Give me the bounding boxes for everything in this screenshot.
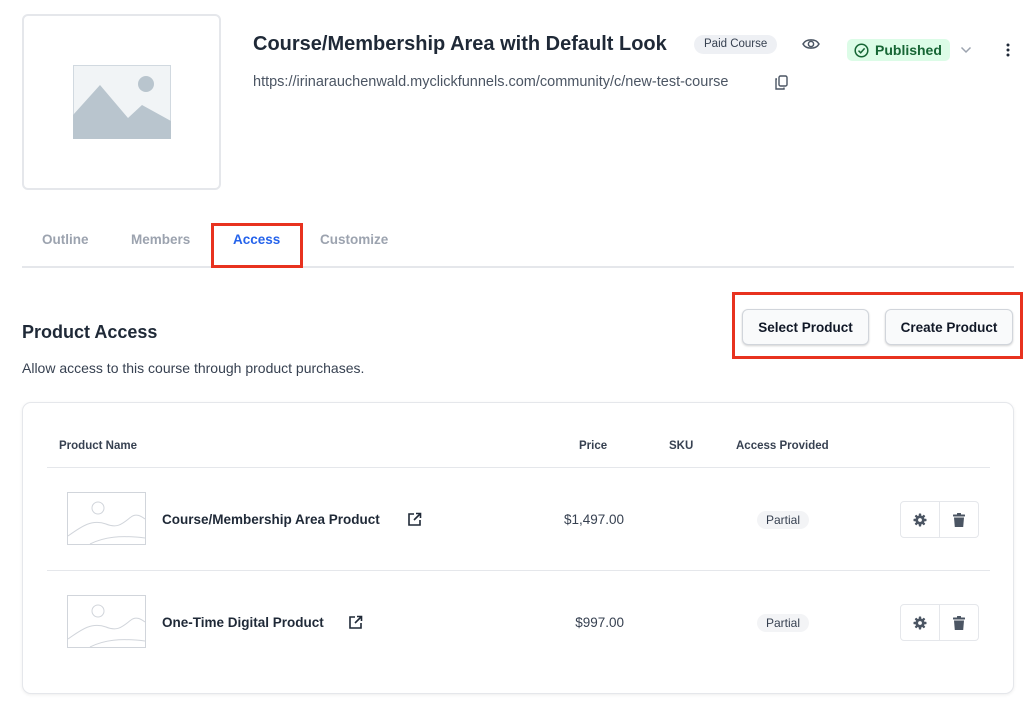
tab-customize[interactable]: Customize (320, 232, 388, 247)
table-row: One-Time Digital Product $997.00 Partial (47, 570, 990, 672)
preview-button[interactable] (800, 34, 822, 54)
more-options-button[interactable] (1000, 40, 1016, 60)
products-table: Product Name Price SKU Access Provided C… (22, 402, 1014, 694)
image-placeholder-icon (67, 501, 146, 545)
course-tabs: Outline Members Access Customize (22, 222, 1014, 268)
settings-button[interactable] (900, 604, 940, 641)
access-badge: Partial (757, 511, 810, 529)
open-product-link[interactable] (346, 613, 364, 631)
status-badge[interactable]: Published (847, 39, 950, 61)
copy-url-button[interactable] (773, 73, 789, 91)
tab-access[interactable]: Access (233, 232, 280, 247)
status-label: Published (875, 42, 942, 58)
section-description: Allow access to this course through prod… (22, 360, 365, 376)
section-title: Product Access (22, 322, 158, 342)
product-price: $997.00 (575, 615, 624, 630)
row-actions (900, 501, 979, 538)
product-name: One-Time Digital Product (162, 615, 324, 630)
column-header-sku: SKU (669, 440, 694, 452)
image-placeholder-icon (67, 604, 146, 648)
column-header-price: Price (579, 440, 608, 452)
select-product-button[interactable]: Select Product (742, 309, 869, 345)
external-link-icon (407, 512, 421, 526)
trash-icon (952, 512, 965, 527)
column-header-name: Product Name (59, 440, 137, 452)
product-thumbnail (67, 492, 146, 545)
product-name: Course/Membership Area Product (162, 512, 380, 527)
gear-icon (913, 513, 927, 526)
open-product-link[interactable] (405, 510, 423, 528)
course-title: Course/Membership Area with Default Look (253, 33, 667, 55)
settings-button[interactable] (900, 501, 940, 538)
kebab-icon (1006, 43, 1010, 57)
create-product-button[interactable]: Create Product (885, 309, 1013, 345)
eye-icon (802, 39, 820, 49)
chevron-down-icon (960, 46, 972, 54)
delete-button[interactable] (939, 604, 979, 641)
check-circle-icon (854, 42, 869, 58)
row-actions (900, 604, 979, 641)
product-thumbnail (67, 595, 146, 648)
status-dropdown-button[interactable] (958, 40, 974, 60)
tab-outline[interactable]: Outline (42, 232, 89, 247)
tab-members[interactable]: Members (131, 232, 190, 247)
copy-icon (774, 74, 788, 90)
table-row: Course/Membership Area Product $1,497.00… (47, 468, 990, 570)
course-url[interactable]: https://irinarauchenwald.myclickfunnels.… (253, 74, 728, 90)
product-price: $1,497.00 (563, 512, 624, 527)
gear-icon (913, 616, 927, 629)
access-badge: Partial (757, 614, 810, 632)
trash-icon (952, 615, 965, 630)
course-thumbnail[interactable] (22, 14, 221, 190)
course-type-badge: Paid Course (694, 35, 778, 54)
delete-button[interactable] (939, 501, 979, 538)
image-placeholder-icon (72, 65, 171, 139)
external-link-icon (348, 615, 362, 629)
column-header-access: Access Provided (736, 440, 829, 452)
